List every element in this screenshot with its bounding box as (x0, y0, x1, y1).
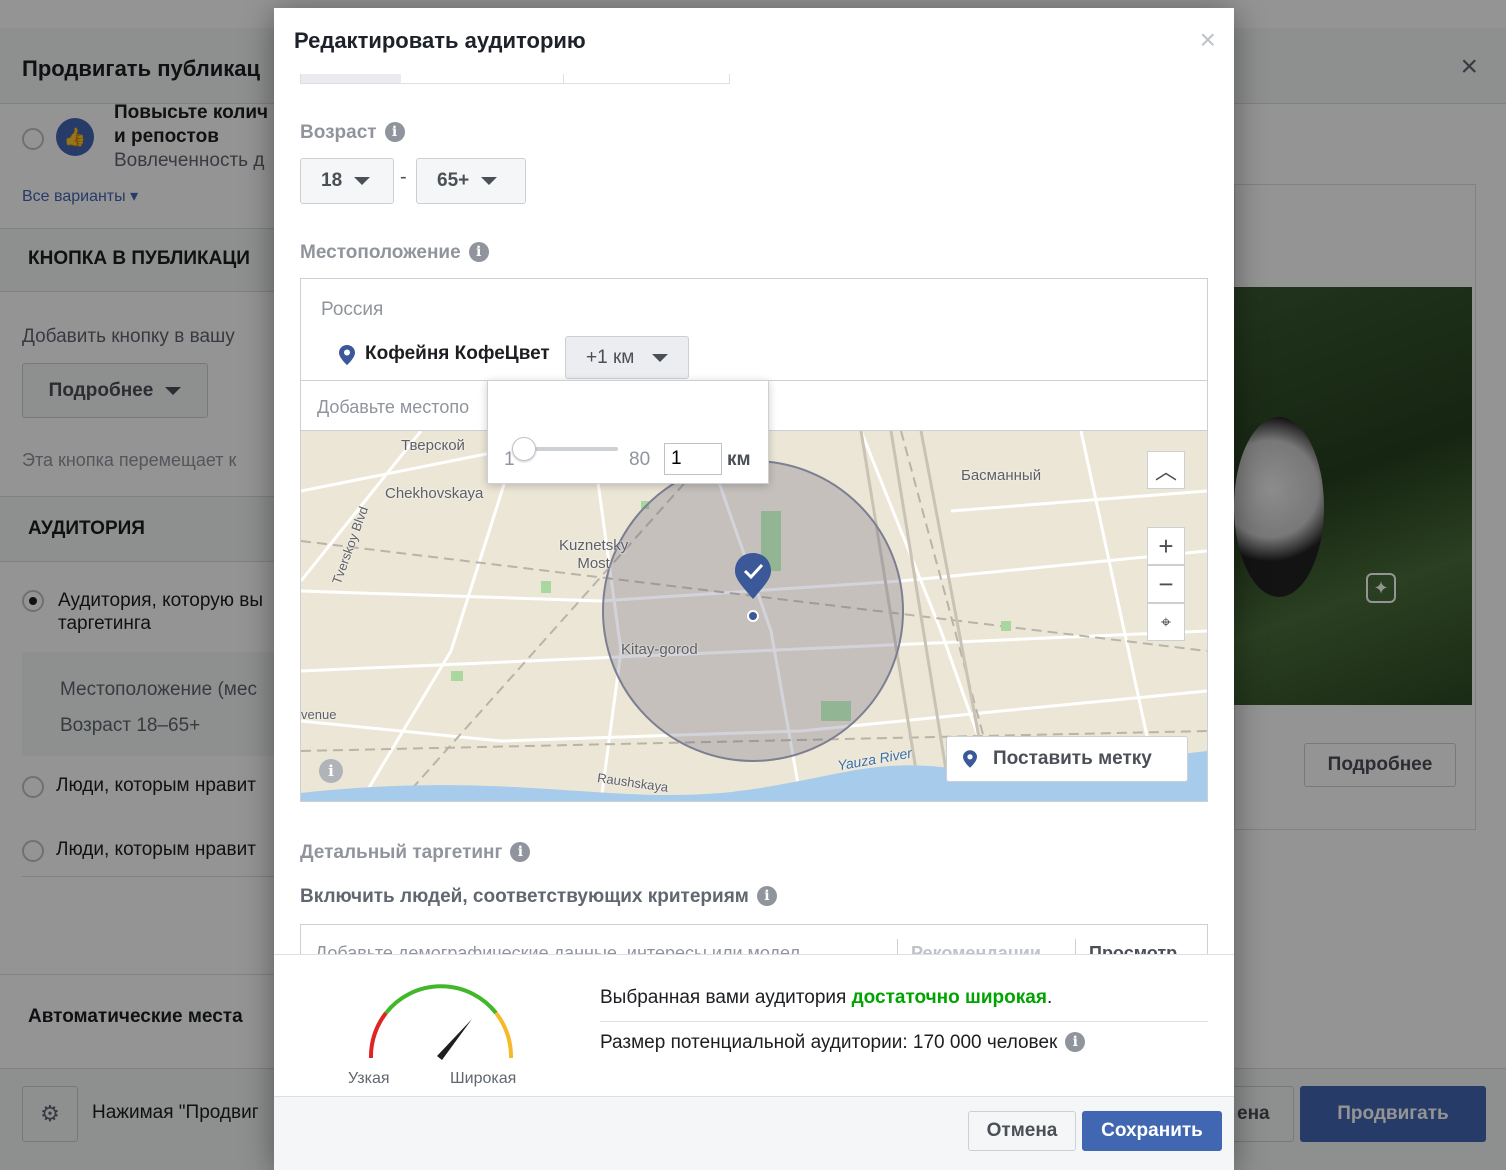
age-min-value: 18 (321, 170, 343, 191)
age-separator: - (400, 166, 407, 188)
gauge-wide-label: Широкая (450, 1070, 517, 1087)
map-label: Kitay-gorod (621, 641, 698, 658)
age-min-select[interactable]: 18 (300, 158, 394, 204)
audience-breadth: достаточно широкая (851, 987, 1047, 1008)
audience-message: Выбранная вами аудитория достаточно широ… (600, 987, 1052, 1009)
chevron-up-icon: ︿ (1154, 459, 1177, 484)
map-info-icon[interactable]: i (319, 759, 343, 783)
detailed-targeting-label: Детальный таргетинг i (300, 842, 531, 864)
radius-slider-handle[interactable] (512, 437, 536, 461)
plus-icon: + (1158, 530, 1174, 561)
location-country: Россия (321, 299, 384, 320)
drop-pin-label: Поставить метку (993, 748, 1152, 769)
age-max-value: 65+ (437, 170, 470, 191)
location-target-icon: ⌖ (1160, 611, 1172, 632)
pin-icon (963, 750, 977, 768)
info-icon[interactable]: i (1065, 1032, 1086, 1052)
age-max-select[interactable]: 65+ (416, 158, 526, 204)
dialog-header: Редактировать аудиторию × (274, 8, 1234, 74)
radius-input[interactable] (664, 443, 722, 475)
map[interactable]: Тверской Chekhovskaya Kuznetsky Most Бас… (301, 431, 1207, 801)
audience-message-text: Выбранная вами аудитория (600, 987, 847, 1008)
potential-size-text: Размер потенциальной аудитории: 170 000 … (600, 1032, 1058, 1053)
age-label-text: Возраст (300, 122, 377, 143)
zoom-in-button[interactable]: + (1147, 527, 1185, 565)
location-label: Местоположение i (300, 242, 489, 264)
drop-pin-button[interactable]: Поставить метку (946, 736, 1188, 782)
radius-select-value: +1 км (586, 346, 635, 368)
radius-max: 80 (629, 449, 651, 470)
include-people-label-text: Включить людей, соответствующих критерия… (300, 886, 749, 907)
divider (600, 1021, 1208, 1022)
info-icon[interactable]: i (384, 122, 405, 142)
detailed-targeting-label-text: Детальный таргетинг (300, 842, 503, 863)
audience-message-suffix: . (1046, 987, 1053, 1008)
zoom-out-button[interactable]: − (1147, 565, 1185, 603)
dialog-title: Редактировать аудиторию (294, 28, 586, 53)
info-icon[interactable]: i (468, 242, 489, 262)
gauge-narrow-label: Узкая (348, 1070, 390, 1087)
age-label: Возраст i (300, 122, 405, 144)
audience-definition: Узкая Широкая Выбранная вами аудитория д… (274, 954, 1234, 1096)
potential-size: Размер потенциальной аудитории: 170 000 … (600, 1032, 1086, 1054)
location-label-text: Местоположение (300, 242, 461, 263)
map-label: venue (301, 707, 337, 722)
audience-gauge (368, 984, 514, 1060)
radius-popup: 1 80 км (487, 380, 769, 484)
map-label: Басманный (961, 467, 1042, 484)
edit-audience-dialog: Редактировать аудиторию × Возраст i 18 - … (274, 8, 1234, 1170)
locate-button[interactable]: ⌖ (1147, 603, 1185, 641)
radius-unit: км (727, 449, 751, 470)
info-icon[interactable]: i (510, 842, 531, 862)
map-label: Kuznetsky Most (559, 537, 629, 572)
caret-down-icon (481, 177, 498, 185)
caret-down-icon (652, 353, 669, 362)
location-place: Кофейня КофеЦвет (365, 343, 550, 364)
minus-icon: − (1158, 568, 1174, 599)
location-box: Россия Кофейня КофеЦвет +1 км Добавьте м… (300, 278, 1208, 802)
close-icon[interactable]: × (1200, 24, 1216, 56)
dialog-buttons: Отмена Сохранить (274, 1096, 1234, 1170)
caret-down-icon (354, 177, 371, 185)
pin-icon (339, 345, 355, 365)
save-button[interactable]: Сохранить (1082, 1111, 1222, 1151)
radius-select[interactable]: +1 км (565, 336, 689, 379)
info-icon[interactable]: i (756, 886, 777, 906)
map-collapse-button[interactable]: ︿ (1147, 451, 1185, 489)
map-label: Тверской (401, 437, 465, 454)
include-people-label: Включить людей, соответствующих критерия… (300, 886, 777, 908)
cancel-button[interactable]: Отмена (968, 1111, 1076, 1151)
location-input[interactable]: Добавьте местопо (317, 397, 469, 418)
map-label: Chekhovskaya (385, 485, 484, 502)
